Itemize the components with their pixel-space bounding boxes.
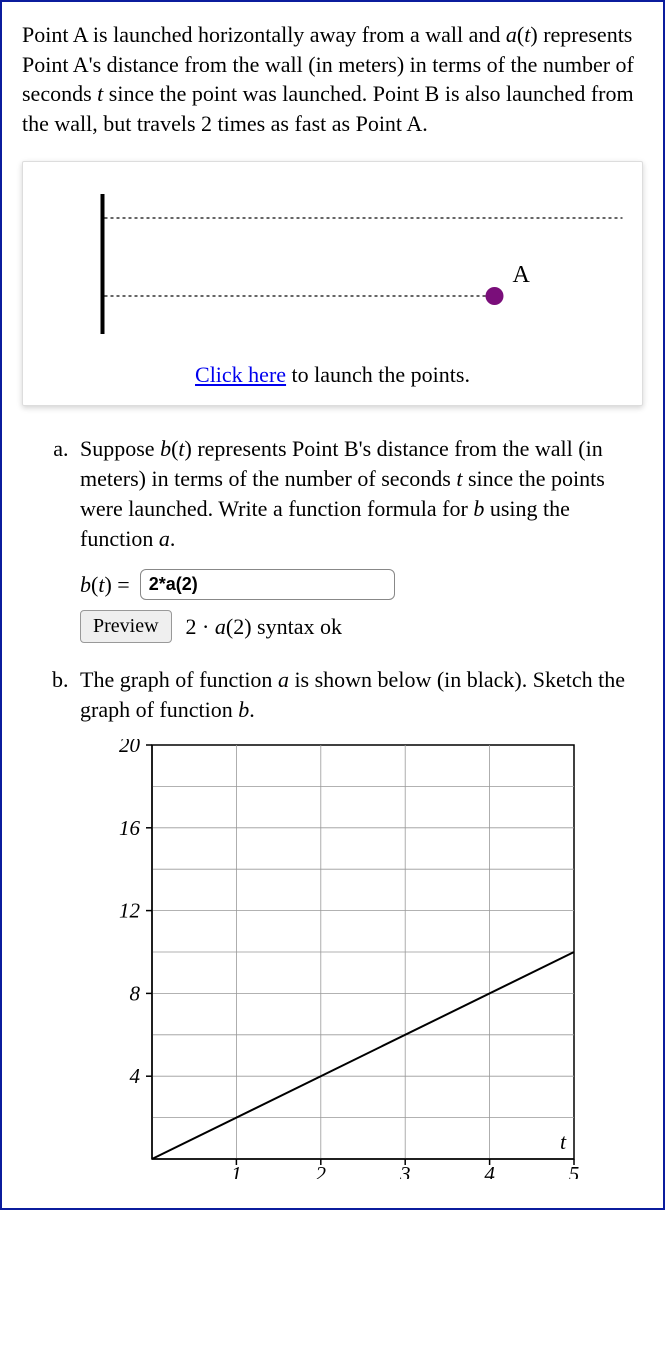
part-b-text: The graph of function a is shown below (… xyxy=(80,665,643,724)
svg-text:4: 4 xyxy=(484,1162,495,1179)
question-list: Suppose b(t) represents Point B's distan… xyxy=(22,434,643,1186)
point-diagram: A xyxy=(33,184,632,354)
svg-text:5: 5 xyxy=(569,1162,580,1179)
svg-text:3: 3 xyxy=(399,1162,411,1179)
svg-text:2: 2 xyxy=(316,1162,327,1179)
svg-text:t: t xyxy=(560,1129,567,1154)
graph-container: 4812162012345t xyxy=(84,739,643,1187)
preview-output: 2 · a(2) syntax ok xyxy=(186,612,342,642)
bt-equals: b(t) = xyxy=(80,570,130,600)
point-a-label: A xyxy=(513,262,531,288)
preview-row: Preview 2 · a(2) syntax ok xyxy=(80,610,643,643)
part-a-text: Suppose b(t) represents Point B's distan… xyxy=(80,434,643,553)
problem-intro: Point A is launched horizontally away fr… xyxy=(22,20,643,139)
part-b: The graph of function a is shown below (… xyxy=(74,665,643,1186)
preview-button[interactable]: Preview xyxy=(80,610,172,643)
launch-link[interactable]: Click here xyxy=(195,362,286,387)
launch-caption: Click here to launch the points. xyxy=(33,360,632,390)
animation-card: A Click here to launch the points. xyxy=(22,161,643,407)
point-a-dot xyxy=(486,287,504,305)
launch-caption-rest: to launch the points. xyxy=(286,362,470,387)
part-a: Suppose b(t) represents Point B's distan… xyxy=(74,434,643,643)
problem-container: Point A is launched horizontally away fr… xyxy=(0,0,665,1210)
answer-input[interactable] xyxy=(140,569,395,600)
svg-text:8: 8 xyxy=(130,981,141,1005)
answer-row: b(t) = xyxy=(80,569,643,600)
graph-svg: 4812162012345t xyxy=(84,739,584,1179)
svg-text:16: 16 xyxy=(119,815,141,839)
svg-text:20: 20 xyxy=(119,739,141,757)
svg-text:12: 12 xyxy=(119,898,141,922)
svg-text:1: 1 xyxy=(231,1162,242,1179)
svg-text:4: 4 xyxy=(130,1064,141,1088)
